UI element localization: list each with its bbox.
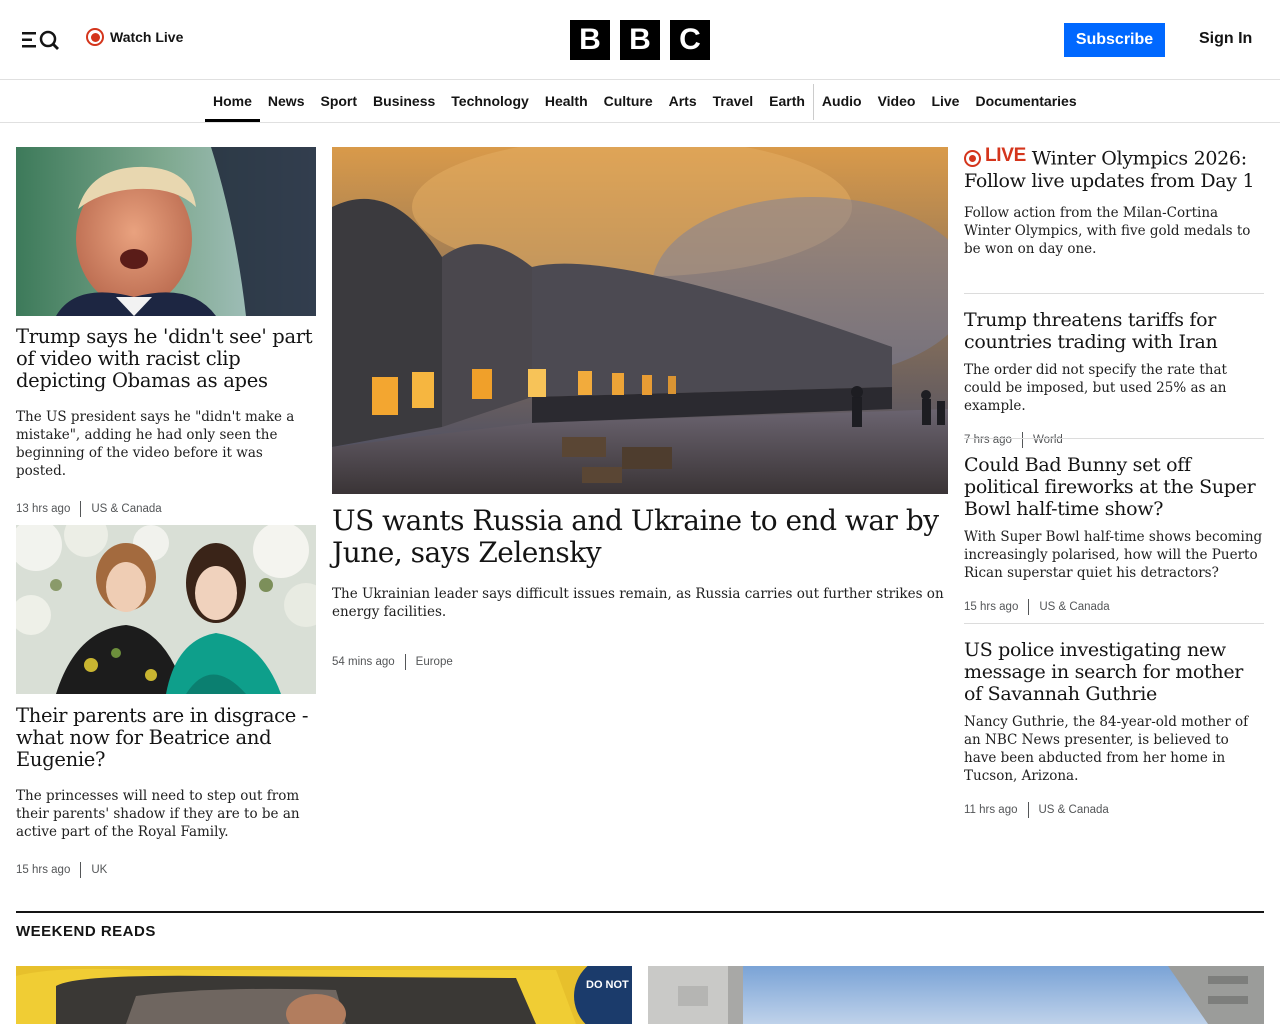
nav-item-audio[interactable]: Audio xyxy=(814,81,870,122)
story-summary: Follow action from the Milan-Cortina Win… xyxy=(964,204,1251,257)
main-nav: Home News Sport Business Technology Heal… xyxy=(0,81,1280,123)
live-label: LIVE xyxy=(985,145,1027,166)
nav-item-news[interactable]: News xyxy=(260,81,313,122)
section-rule xyxy=(16,911,1264,913)
nav-item-culture[interactable]: Culture xyxy=(596,81,661,122)
logo-letter: B xyxy=(620,20,660,60)
live-icon xyxy=(86,28,104,46)
story-headline[interactable]: Could Bad Bunny set off political firewo… xyxy=(964,454,1264,520)
meta-divider xyxy=(1027,802,1029,818)
lead-story-image[interactable] xyxy=(332,147,948,494)
story-divider xyxy=(964,438,1264,439)
story-meta: 54 mins ago Europe xyxy=(332,653,948,671)
story-card: Trump says he 'didn't see' part of video… xyxy=(16,326,316,518)
taxi-photo: DO NOT SI DOOR xyxy=(16,966,632,1024)
nav-item-sport[interactable]: Sport xyxy=(312,81,365,122)
story-summary: Nancy Guthrie, the 84-year-old mother of… xyxy=(964,714,1249,784)
story-timestamp: 54 mins ago xyxy=(332,656,395,668)
nav-item-documentaries[interactable]: Documentaries xyxy=(967,81,1084,122)
live-icon xyxy=(964,149,981,167)
logo-letter: C xyxy=(670,20,710,60)
meta-divider xyxy=(80,862,82,878)
nav-list: Home News Sport Business Technology Heal… xyxy=(205,81,1085,122)
story-timestamp: 7 hrs ago xyxy=(964,434,1012,446)
story-headline[interactable]: Trump threatens tariffs for countries tr… xyxy=(964,309,1264,353)
logo-letter: B xyxy=(570,20,610,60)
story-category[interactable]: US & Canada xyxy=(1039,601,1109,613)
story-card: US police investigating new message in s… xyxy=(964,639,1264,819)
story-divider xyxy=(964,293,1264,294)
princesses-photo xyxy=(16,525,316,694)
meta-divider xyxy=(404,654,406,670)
lead-story-headline[interactable]: US wants Russia and Ukraine to end war b… xyxy=(332,505,948,569)
story-headline[interactable]: US police investigating new message in s… xyxy=(964,639,1264,705)
story-meta: 13 hrs ago US & Canada xyxy=(16,500,316,518)
story-headline[interactable]: Their parents are in disgrace - what now… xyxy=(16,705,316,771)
story-image[interactable] xyxy=(16,525,316,694)
live-story-headline[interactable]: LIVE Winter Olympics 2026: Follow live u… xyxy=(964,145,1264,192)
section-title: WEEKEND READS xyxy=(16,923,156,940)
lead-story-summary: The Ukrainian leader says difficult issu… xyxy=(332,586,944,620)
nav-item-technology[interactable]: Technology xyxy=(443,81,537,122)
story-card: Could Bad Bunny set off political firewo… xyxy=(964,454,1264,616)
live-badge: LIVE xyxy=(964,145,1026,167)
story-image[interactable] xyxy=(16,147,316,316)
building-photo xyxy=(648,966,1264,1024)
story-category[interactable]: World xyxy=(1033,434,1063,446)
story-timestamp: 15 hrs ago xyxy=(16,864,71,876)
story-card: Trump threatens tariffs for countries tr… xyxy=(964,309,1264,449)
meta-divider xyxy=(1028,599,1030,615)
story-summary: The princesses will need to step out fro… xyxy=(16,788,300,840)
subscribe-button[interactable]: Subscribe xyxy=(1064,23,1165,57)
story-meta: 15 hrs ago UK xyxy=(16,861,316,879)
watch-live-label: Watch Live xyxy=(110,29,184,45)
story-category[interactable]: US & Canada xyxy=(91,503,161,515)
nav-item-health[interactable]: Health xyxy=(537,81,596,122)
story-divider xyxy=(964,623,1264,624)
nav-item-earth[interactable]: Earth xyxy=(761,81,813,122)
lead-story-card: US wants Russia and Ukraine to end war b… xyxy=(332,505,948,671)
story-category[interactable]: US & Canada xyxy=(1039,804,1109,816)
meta-divider xyxy=(80,501,82,517)
story-meta: 7 hrs ago World xyxy=(964,431,1264,449)
story-summary: The order did not specify the rate that … xyxy=(964,362,1227,414)
story-timestamp: 15 hrs ago xyxy=(964,601,1019,613)
story-meta: 11 hrs ago US & Canada xyxy=(964,801,1264,819)
nav-item-arts[interactable]: Arts xyxy=(661,81,705,122)
story-image[interactable] xyxy=(648,966,1264,1024)
sign-text: DO NOT SI DOOR xyxy=(586,979,632,991)
story-card: LIVE Winter Olympics 2026: Follow live u… xyxy=(964,145,1264,258)
story-category[interactable]: UK xyxy=(91,864,107,876)
story-summary: The US president says he "didn't make a … xyxy=(16,409,295,479)
story-headline[interactable]: Trump says he 'didn't see' part of video… xyxy=(16,326,316,392)
burning-warehouse-photo xyxy=(332,147,948,494)
nav-item-home[interactable]: Home xyxy=(205,81,260,122)
trump-photo xyxy=(16,147,316,316)
story-timestamp: 11 hrs ago xyxy=(964,804,1018,816)
nav-item-business[interactable]: Business xyxy=(365,81,443,122)
story-timestamp: 13 hrs ago xyxy=(16,503,71,515)
nav-item-live[interactable]: Live xyxy=(923,81,967,122)
story-summary: With Super Bowl half-time shows becoming… xyxy=(964,529,1263,581)
story-card: Their parents are in disgrace - what now… xyxy=(16,705,316,879)
story-meta: 15 hrs ago US & Canada xyxy=(964,598,1264,616)
site-header: Watch Live B B C Subscribe Sign In xyxy=(0,0,1280,80)
story-image[interactable]: DO NOT SI DOOR xyxy=(16,966,632,1024)
watch-live-link[interactable]: Watch Live xyxy=(86,28,183,46)
nav-item-video[interactable]: Video xyxy=(870,81,924,122)
menu-search-button[interactable] xyxy=(20,26,64,54)
nav-item-travel[interactable]: Travel xyxy=(705,81,761,122)
story-category[interactable]: Europe xyxy=(416,656,453,668)
menu-search-icon xyxy=(22,30,59,50)
bbc-logo[interactable]: B B C xyxy=(570,20,710,60)
meta-divider xyxy=(1021,432,1023,448)
sign-in-button[interactable]: Sign In xyxy=(1199,30,1252,48)
